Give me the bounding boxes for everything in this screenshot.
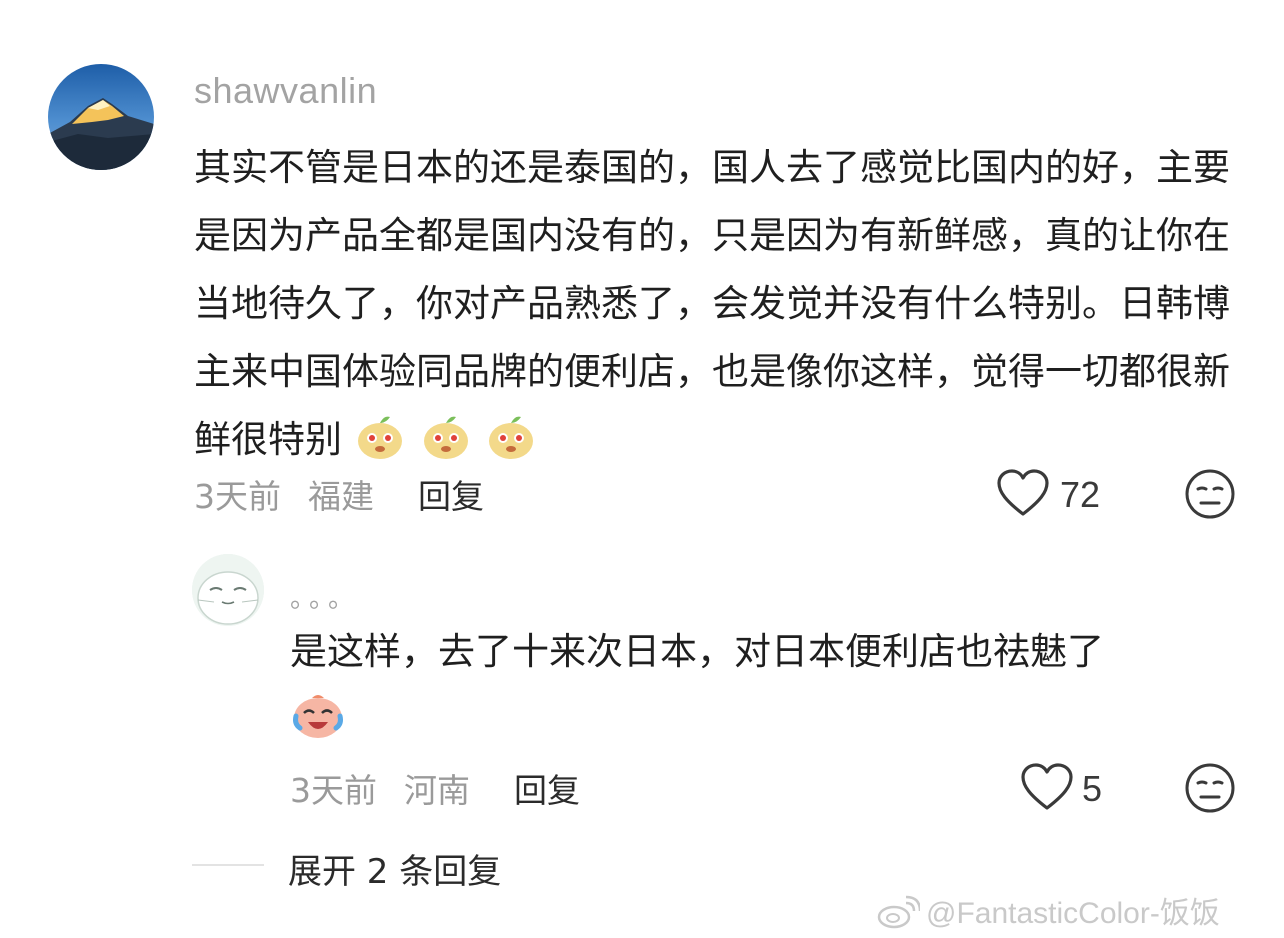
emoji-group (354, 416, 540, 461)
reply-reply-button[interactable]: 回复 (514, 764, 580, 812)
comment-location: 福建 (308, 477, 374, 516)
pear-face-emoji (489, 416, 534, 459)
comment-text: 其实不管是日本的还是泰国的，国人去了感觉比国内的好，主要是因为产品全都是国内没有… (194, 134, 1244, 474)
comment-time: 3天前 (194, 477, 281, 516)
divider (192, 864, 264, 866)
heart-icon (997, 469, 1049, 516)
dislike-button[interactable] (1184, 468, 1236, 520)
heart-icon (1021, 763, 1073, 810)
pear-face-emoji (423, 416, 468, 459)
reply-text-content: 是这样，去了十来次日本，对日本便利店也祛魅了 (290, 630, 1104, 673)
reply-avatar[interactable] (192, 554, 264, 626)
reply-text: 是这样，去了十来次日本，对日本便利店也祛魅了 (290, 618, 1250, 754)
reply-username[interactable]: 。。。 (290, 578, 360, 615)
watermark-text: @FantasticColor-饭饭 (926, 897, 1220, 930)
reply-dislike-button[interactable] (1184, 762, 1236, 814)
reply-like-count: 5 (1082, 768, 1103, 809)
avatar[interactable] (48, 64, 154, 170)
like-count: 72 (1060, 474, 1101, 515)
expand-replies-button[interactable]: 展开 2 条回复 (288, 844, 501, 893)
reply-time: 3天前 (290, 771, 377, 810)
like-button[interactable] (996, 468, 1050, 518)
weibo-icon (877, 895, 920, 929)
pear-face-emoji (357, 416, 402, 459)
neutral-face-icon (1185, 469, 1235, 519)
comment-text-content: 其实不管是日本的还是泰国的，国人去了感觉比国内的好，主要是因为产品全都是国内没有… (194, 146, 1230, 461)
reply-location: 河南 (404, 771, 470, 810)
watermark: @FantasticColor-饭饭 (876, 888, 1220, 932)
neutral-face-icon (1185, 763, 1235, 813)
reply-button[interactable]: 回复 (418, 470, 484, 518)
laugh-cry-emoji (293, 695, 343, 738)
reply-like-button[interactable] (1020, 762, 1074, 812)
username[interactable]: shawvanlin (194, 70, 377, 112)
